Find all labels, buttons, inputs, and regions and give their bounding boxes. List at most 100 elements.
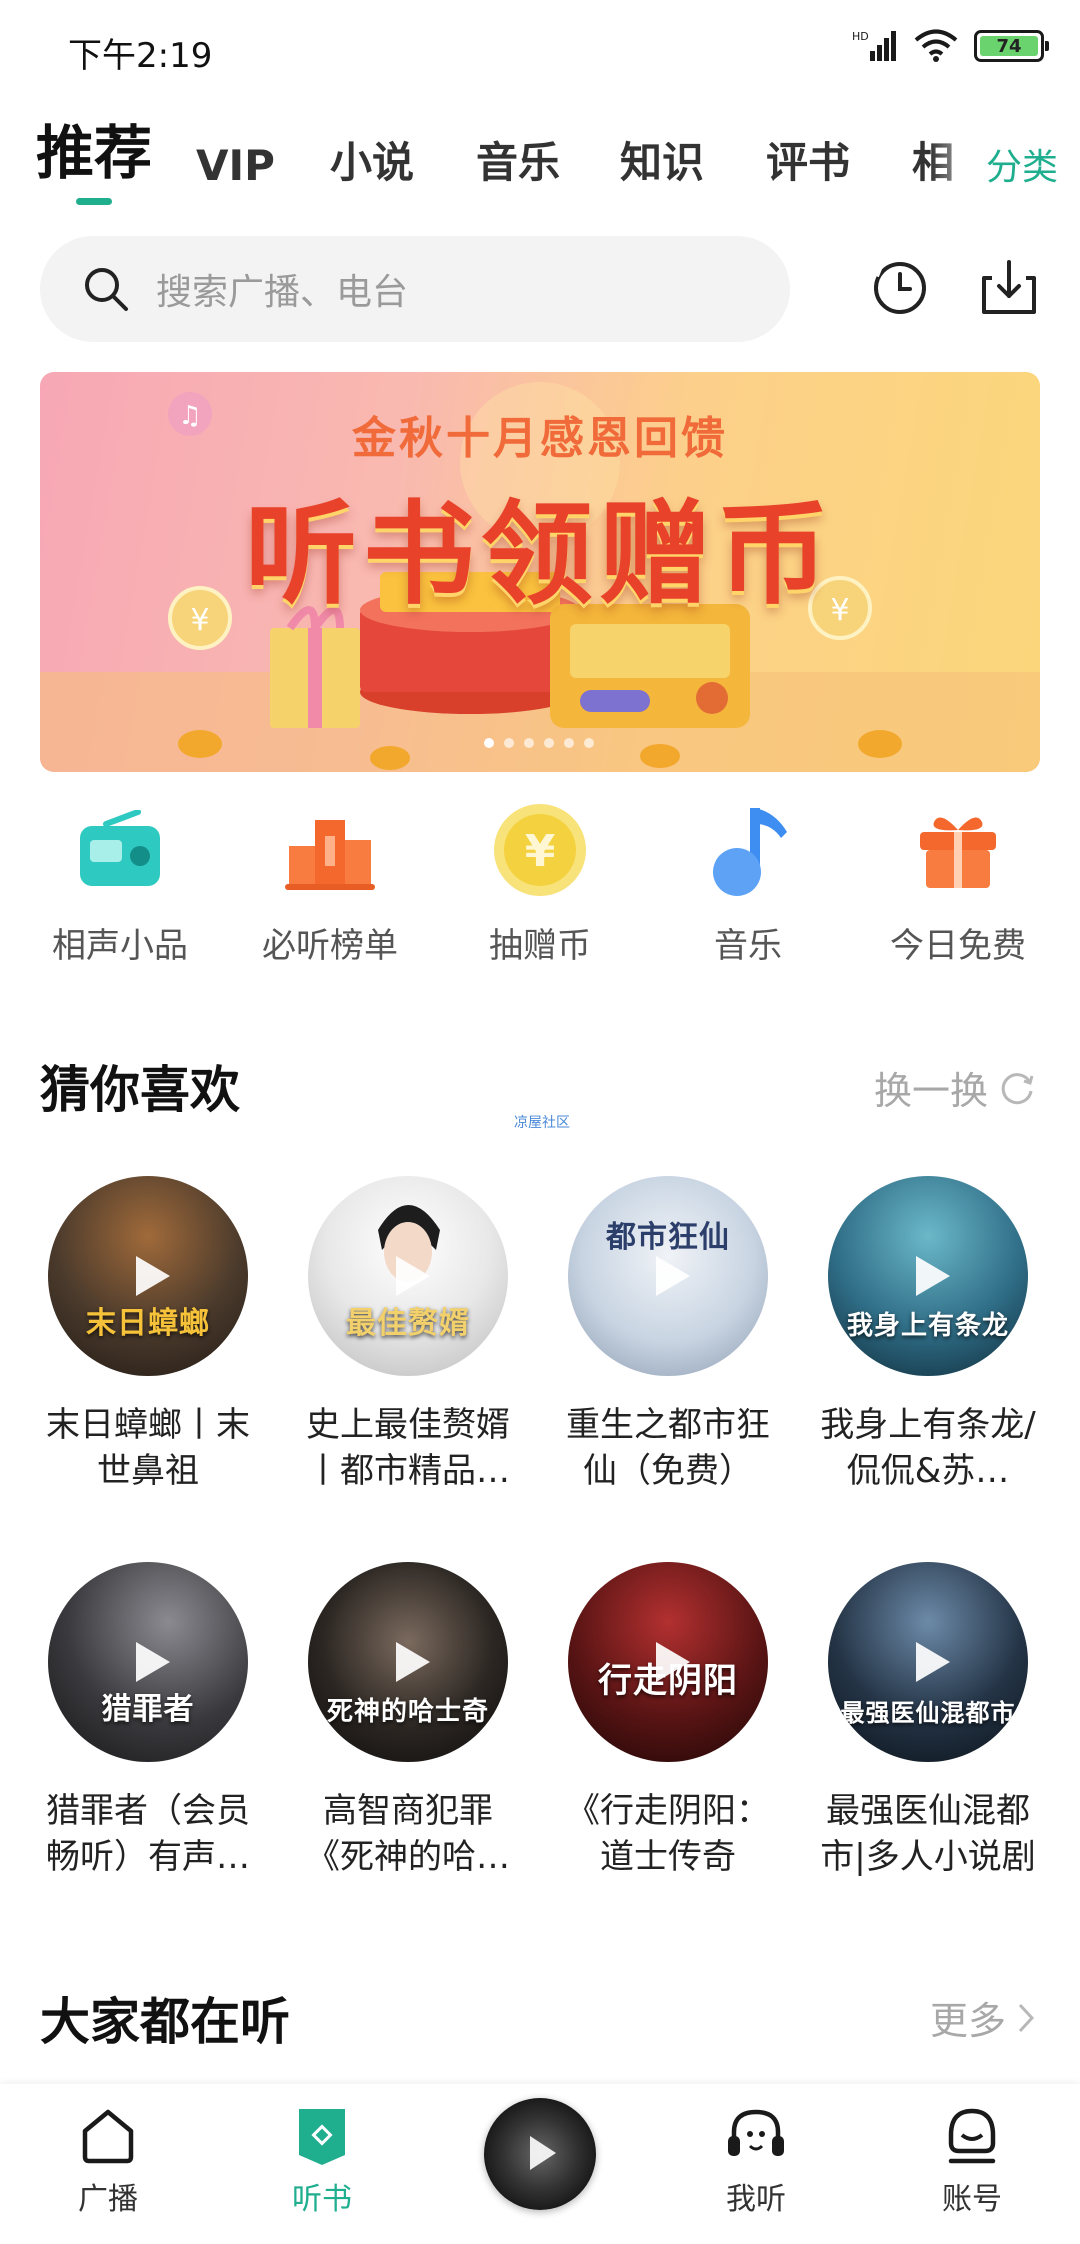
banner-subtitle: 金秋十月感恩回馈 [352, 413, 728, 464]
pagination-dot [504, 738, 514, 748]
play-icon [136, 1642, 170, 1682]
quick-link-label: 今日免费 [890, 926, 1026, 966]
cover-title: 都市狂仙 [606, 1220, 730, 1255]
nav-label: 广播 [78, 2182, 138, 2217]
tab-knowledge[interactable]: 知识 [620, 110, 704, 190]
book-title: 重生之都市狂仙（免费） [566, 1405, 770, 1491]
book-cover: 都市狂仙 [568, 1176, 768, 1376]
book-title: 猎罪者（会员畅听）有声… [46, 1791, 250, 1877]
nav-label: 账号 [942, 2182, 1002, 2217]
book-card[interactable]: 行走阴阳 《行走阴阳：道士传奇（）… [548, 1562, 788, 1880]
cover-title: 最佳赘婿 [346, 1306, 470, 1341]
search-input[interactable]: 搜索广播、电台 [40, 236, 790, 342]
nav-audiobook[interactable]: 听书 [242, 2084, 402, 2244]
book-cover: 最佳赘婿 [308, 1176, 508, 1376]
cover-title: 最强医仙混都市 [840, 1699, 1016, 1727]
category-button[interactable]: 分类 [986, 138, 1058, 190]
history-icon[interactable] [870, 258, 930, 318]
book-card[interactable]: 我身上有条龙 我身上有条龙/侃侃&苏… [808, 1176, 1048, 1494]
status-bar: 下午2:19 HD 74 [0, 0, 1080, 90]
quick-link-crosstalk[interactable]: 相声小品 [20, 800, 220, 967]
book-card[interactable]: 猎罪者 猎罪者（会员畅听）有声… [28, 1562, 268, 1880]
now-playing-disc[interactable] [484, 2098, 596, 2210]
cover-title: 末日蟑螂 [86, 1306, 210, 1341]
book-card[interactable]: 死神的哈士奇 高智商犯罪《死神的哈… [288, 1562, 528, 1880]
bottom-nav: 广播 听书 我听 账号 [0, 2084, 1080, 2244]
pagination-dot [544, 738, 554, 748]
active-tab-indicator [76, 198, 112, 205]
book-cover: 末日蟑螂 [48, 1176, 248, 1376]
pagination-dot [524, 738, 534, 748]
signal-icon: HD [852, 30, 896, 61]
pagination-dot [564, 738, 574, 748]
gift-icon [920, 817, 996, 888]
tab-vip[interactable]: VIP [196, 110, 275, 190]
book-card[interactable]: 都市狂仙 重生之都市狂仙（免费） [548, 1176, 788, 1494]
quick-link-free-today[interactable]: 今日免费 [858, 800, 1058, 967]
banner-pagination [484, 738, 594, 748]
play-icon [656, 1256, 690, 1296]
svg-text:HD: HD [852, 30, 869, 43]
music-note-icon [713, 808, 787, 896]
tab-storytelling[interactable]: 评书 [766, 110, 850, 190]
headphones-icon [728, 2109, 784, 2156]
banner-title: 听书领赠币 [245, 490, 835, 620]
nav-broadcast[interactable]: 广播 [28, 2084, 188, 2244]
battery-level: 74 [980, 36, 1038, 57]
book-card[interactable]: 最强医仙混都市 最强医仙混都市|多人小说剧 [808, 1562, 1048, 1880]
tab-fade [930, 110, 990, 200]
promo-banner[interactable]: ¥ ¥ ♫ 金秋十月感恩回馈 听书领赠币 [40, 372, 1040, 772]
play-icon [396, 1642, 430, 1682]
book-title: 高智商犯罪《死神的哈… [306, 1791, 510, 1877]
quick-links: 相声小品 必听榜单 ¥ 抽赠币 音乐 今日免费 [0, 800, 1080, 970]
book-cover: 死神的哈士奇 [308, 1562, 508, 1762]
chevron-right-icon [1018, 2003, 1035, 2032]
nav-label: 听书 [292, 2182, 352, 2217]
book-cover: 最强医仙混都市 [828, 1562, 1028, 1762]
tab-recommend[interactable]: 推荐 [36, 110, 152, 190]
download-icon[interactable] [978, 256, 1040, 318]
search-icon [85, 268, 128, 311]
book-card[interactable]: 最佳赘婿 史上最佳赘婿丨都市精品… [288, 1176, 528, 1494]
book-cover: 我身上有条龙 [828, 1176, 1028, 1376]
refresh-button[interactable]: 换一换 [874, 1060, 1036, 1115]
quick-link-label: 相声小品 [52, 926, 188, 966]
recommend-section-title: 猜你喜欢 [40, 1061, 240, 1119]
book-title: 我身上有条龙/侃侃&苏… [820, 1405, 1036, 1491]
status-icons: HD 74 [852, 26, 1049, 66]
play-icon [136, 1256, 170, 1296]
play-icon [916, 1256, 950, 1296]
quick-link-music[interactable]: 音乐 [648, 800, 848, 967]
book-title: 末日蟑螂丨末世鼻祖 [46, 1405, 250, 1491]
popular-section-title: 大家都在听 [40, 1993, 290, 2051]
nav-account[interactable]: 账号 [892, 2084, 1052, 2244]
radio-icon [80, 810, 160, 886]
more-label: 更多 [929, 1999, 1006, 2043]
quick-link-charts[interactable]: 必听榜单 [230, 800, 430, 967]
quick-link-label: 抽赠币 [489, 926, 591, 966]
quick-link-coins[interactable]: ¥ 抽赠币 [440, 800, 640, 967]
wifi-icon [914, 29, 958, 62]
tab-novel[interactable]: 小说 [330, 110, 414, 190]
nav-my-listening[interactable]: 我听 [676, 2084, 836, 2244]
tab-music[interactable]: 音乐 [476, 110, 560, 190]
refresh-icon [1001, 1072, 1034, 1104]
status-time: 下午2:19 [68, 36, 213, 76]
book-cover: 猎罪者 [48, 1562, 248, 1762]
quick-link-label: 音乐 [714, 926, 782, 966]
refresh-label: 换一换 [873, 1069, 988, 1113]
svg-text:¥: ¥ [525, 826, 556, 877]
more-button[interactable]: 更多 [930, 1990, 1036, 2045]
account-face-icon [948, 2108, 996, 2164]
top-tab-bar: 推荐 VIP 小说 音乐 知识 评书 相 分类 [0, 110, 1080, 210]
search-placeholder: 搜索广播、电台 [156, 272, 409, 313]
nav-label: 我听 [726, 2182, 786, 2217]
watermark: 凉屋社区 [514, 1115, 570, 1131]
cover-title: 我身上有条龙 [846, 1311, 1009, 1341]
home-icon [82, 2109, 134, 2164]
book-card[interactable]: 末日蟑螂 末日蟑螂丨末世鼻祖 [28, 1176, 268, 1494]
book-title: 最强医仙混都市|多人小说剧 [820, 1791, 1036, 1877]
play-icon [396, 1256, 430, 1296]
yen-coin-icon: ¥ [494, 804, 586, 896]
play-icon [916, 1642, 950, 1682]
